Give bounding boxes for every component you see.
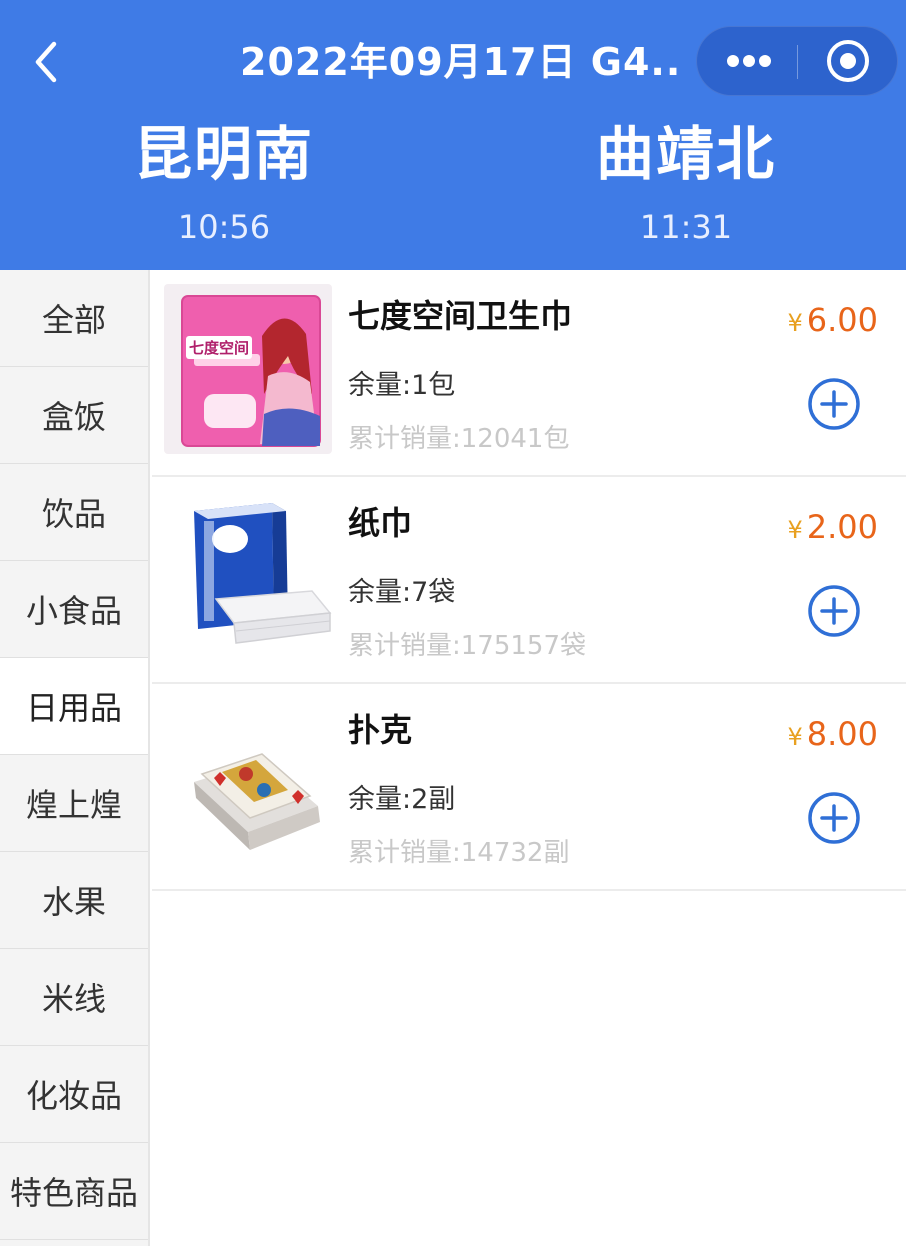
package-brand-text: 七度空间 <box>186 336 253 359</box>
product-stock: 余量:2副 <box>348 784 456 815</box>
product-item[interactable]: 扑克 ¥8.00 余量:2副 累计销量:14732副 <box>152 684 906 891</box>
product-name: 七度空间卫生巾 <box>348 297 573 335</box>
page-title: 2022年09月17日 G4... <box>240 40 680 84</box>
product-stock: 余量:1包 <box>348 370 456 401</box>
arrival-station: 曲靖北 <box>595 120 776 188</box>
product-price: ¥8.00 <box>787 714 878 757</box>
category-huangshanghuang[interactable]: 煌上煌 <box>0 755 148 852</box>
arrival-time: 11:31 <box>639 208 733 246</box>
price-value: 8.00 <box>806 715 878 753</box>
product-sales: 累计销量:12041包 <box>348 424 570 454</box>
back-icon[interactable] <box>26 36 70 88</box>
add-to-cart-button[interactable] <box>806 790 862 846</box>
category-daily-goods[interactable]: 日用品 <box>0 658 148 755</box>
product-stock: 余量:7袋 <box>348 577 456 608</box>
product-name: 扑克 <box>348 711 413 749</box>
train-header: 2022年09月17日 G4... 昆明南 10:56 曲靖北 11:31 <box>0 0 906 270</box>
departure-time: 10:56 <box>177 208 271 246</box>
product-item[interactable]: 纸巾 ¥2.00 余量:7袋 累计销量:175157袋 <box>152 477 906 684</box>
miniprogram-capsule <box>696 26 898 96</box>
plus-circle-icon <box>808 585 860 637</box>
sanitary-pad-package-icon: 七度空间 <box>164 284 332 454</box>
category-boxed-meal[interactable]: 盒饭 <box>0 367 148 464</box>
departure-station: 昆明南 <box>133 120 314 188</box>
target-close-icon <box>827 40 869 82</box>
price-value: 2.00 <box>806 508 878 546</box>
product-price: ¥6.00 <box>787 300 878 343</box>
product-price: ¥2.00 <box>787 507 878 550</box>
close-miniprogram-button[interactable] <box>798 27 898 95</box>
category-rice-noodles[interactable]: 米线 <box>0 949 148 1046</box>
category-all[interactable]: 全部 <box>0 270 148 367</box>
category-sidebar: 全部 盒饭 饮品 小食品 日用品 煌上煌 水果 米线 化妆品 特色商品 <box>0 270 150 1246</box>
plus-circle-icon <box>808 792 860 844</box>
add-to-cart-button[interactable] <box>806 583 862 639</box>
category-fruit[interactable]: 水果 <box>0 852 148 949</box>
category-snacks[interactable]: 小食品 <box>0 561 148 658</box>
playing-cards-icon <box>164 698 332 868</box>
product-sales: 累计销量:175157袋 <box>348 631 587 661</box>
tissue-pack-icon <box>164 491 332 661</box>
category-specialty[interactable]: 特色商品 <box>0 1143 148 1240</box>
more-dots-icon <box>727 55 771 67</box>
product-list: 七度空间 七度空间卫生巾 ¥6.00 余量:1包 累计销量:12041包 纸巾 … <box>152 270 906 891</box>
more-options-button[interactable] <box>697 27 797 95</box>
currency-symbol: ¥ <box>787 516 803 544</box>
add-to-cart-button[interactable] <box>806 376 862 432</box>
product-item[interactable]: 七度空间 七度空间卫生巾 ¥6.00 余量:1包 累计销量:12041包 <box>152 270 906 477</box>
currency-symbol: ¥ <box>787 309 803 337</box>
product-name: 纸巾 <box>348 504 413 542</box>
category-drinks[interactable]: 饮品 <box>0 464 148 561</box>
product-sales: 累计销量:14732副 <box>348 838 570 868</box>
currency-symbol: ¥ <box>787 723 803 751</box>
price-value: 6.00 <box>806 301 878 339</box>
category-cosmetics[interactable]: 化妆品 <box>0 1046 148 1143</box>
plus-circle-icon <box>808 378 860 430</box>
